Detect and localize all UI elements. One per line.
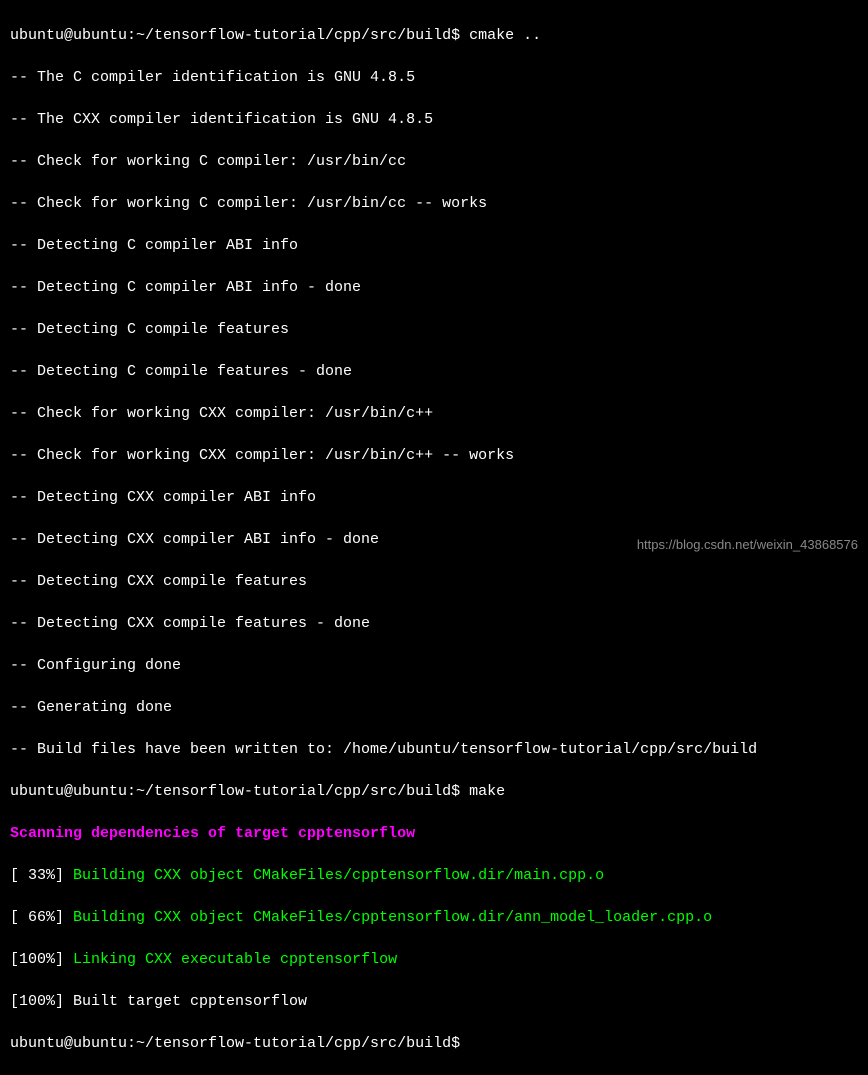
cmake-output-line: -- Check for working C compiler: /usr/bi… (10, 193, 858, 214)
cmake-output-line: -- Build files have been written to: /ho… (10, 739, 858, 760)
cmake-output-line: -- The C compiler identification is GNU … (10, 67, 858, 88)
progress-percent: [ 66%] (10, 909, 73, 926)
build-action-text: Building CXX object CMakeFiles/cpptensor… (73, 867, 604, 884)
build-progress-line: [100%] Linking CXX executable cpptensorf… (10, 949, 858, 970)
cmake-output-line: -- Check for working C compiler: /usr/bi… (10, 151, 858, 172)
build-progress-line: [ 66%] Building CXX object CMakeFiles/cp… (10, 907, 858, 928)
build-action-text: Building CXX object CMakeFiles/cpptensor… (73, 909, 712, 926)
shell-prompt: ubuntu@ubuntu:~/tensorflow-tutorial/cpp/… (10, 783, 469, 800)
cmake-output-line: -- Detecting CXX compiler ABI info (10, 487, 858, 508)
command-text: make (469, 783, 505, 800)
build-action-text: Linking CXX executable cpptensorflow (73, 951, 397, 968)
watermark-text: https://blog.csdn.net/weixin_43868576 (637, 536, 858, 554)
command-text: cmake .. (469, 27, 541, 44)
build-progress-line: [ 33%] Building CXX object CMakeFiles/cp… (10, 865, 858, 886)
cmake-output-line: -- Check for working CXX compiler: /usr/… (10, 445, 858, 466)
cmake-output-line: -- Detecting CXX compile features (10, 571, 858, 592)
cmake-output-line: -- Check for working CXX compiler: /usr/… (10, 403, 858, 424)
prompt-line-3: ubuntu@ubuntu:~/tensorflow-tutorial/cpp/… (10, 1033, 858, 1054)
cmake-output-line: -- The CXX compiler identification is GN… (10, 109, 858, 130)
cmake-output-line: -- Detecting CXX compile features - done (10, 613, 858, 634)
cmake-output-line: -- Configuring done (10, 655, 858, 676)
shell-prompt: ubuntu@ubuntu:~/tensorflow-tutorial/cpp/… (10, 27, 469, 44)
cmake-output-line: -- Detecting C compiler ABI info (10, 235, 858, 256)
cmake-output-line: -- Detecting C compile features (10, 319, 858, 340)
progress-percent: [100%] (10, 951, 73, 968)
progress-percent: [ 33%] (10, 867, 73, 884)
prompt-line-1: ubuntu@ubuntu:~/tensorflow-tutorial/cpp/… (10, 25, 858, 46)
prompt-line-2: ubuntu@ubuntu:~/tensorflow-tutorial/cpp/… (10, 781, 858, 802)
cmake-output-line: -- Detecting C compiler ABI info - done (10, 277, 858, 298)
cmake-output-line: -- Generating done (10, 697, 858, 718)
scanning-deps-line: Scanning dependencies of target cpptenso… (10, 823, 858, 844)
cmake-output-line: -- Detecting C compile features - done (10, 361, 858, 382)
built-target-line: [100%] Built target cpptensorflow (10, 991, 858, 1012)
